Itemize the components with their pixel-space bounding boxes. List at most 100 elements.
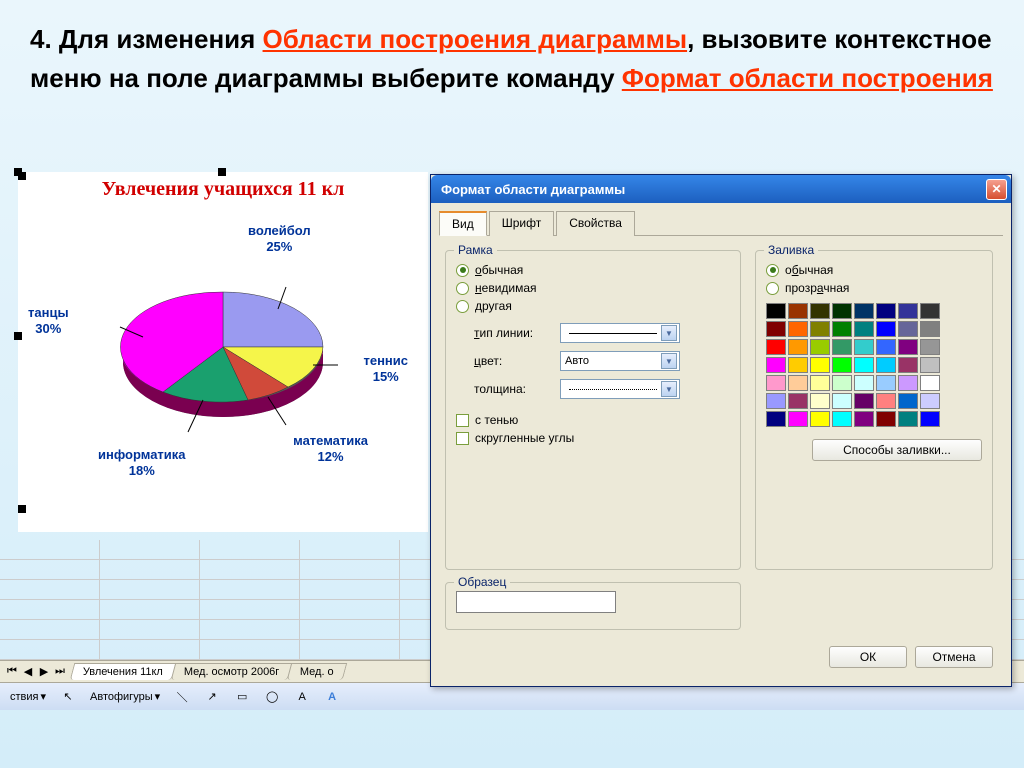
check-shadow[interactable]: с тенью xyxy=(456,413,730,427)
color-swatch[interactable] xyxy=(898,411,918,427)
tab-nav-next[interactable]: ▶ xyxy=(36,665,52,678)
color-swatch[interactable] xyxy=(766,303,786,319)
radio-fill-transparent[interactable]: прозрачная xyxy=(766,281,982,295)
color-swatch[interactable] xyxy=(832,375,852,391)
color-swatch[interactable] xyxy=(810,375,830,391)
arrow-line-icon: ↗ xyxy=(204,689,220,705)
color-swatch[interactable] xyxy=(810,411,830,427)
color-combo[interactable]: Авто ▼ xyxy=(560,351,680,371)
color-swatch[interactable] xyxy=(898,357,918,373)
color-swatch[interactable] xyxy=(876,321,896,337)
radio-frame-invisible[interactable]: невидимая xyxy=(456,281,730,295)
color-swatch[interactable] xyxy=(898,393,918,409)
color-swatch[interactable] xyxy=(876,375,896,391)
color-swatch[interactable] xyxy=(766,321,786,337)
color-swatch[interactable] xyxy=(920,321,940,337)
color-swatch[interactable] xyxy=(810,303,830,319)
oval-tool[interactable]: ◯ xyxy=(260,687,284,707)
color-swatch[interactable] xyxy=(766,393,786,409)
color-swatch[interactable] xyxy=(898,321,918,337)
color-swatch[interactable] xyxy=(876,303,896,319)
fill-effects-button[interactable]: Способы заливки... xyxy=(812,439,982,461)
color-swatch[interactable] xyxy=(766,357,786,373)
color-swatch[interactable] xyxy=(854,339,874,355)
radio-icon xyxy=(456,300,469,313)
textbox-icon: A xyxy=(294,689,310,705)
color-swatch[interactable] xyxy=(920,393,940,409)
color-swatch[interactable] xyxy=(876,411,896,427)
radio-frame-other[interactable]: другая xyxy=(456,299,730,313)
radio-icon xyxy=(766,264,779,277)
color-swatch[interactable] xyxy=(810,321,830,337)
line-tool[interactable]: ＼ xyxy=(170,687,194,707)
line-type-combo[interactable]: ▼ xyxy=(560,323,680,343)
color-swatch[interactable] xyxy=(920,303,940,319)
tab-nav-last[interactable]: ⏭ xyxy=(52,665,68,678)
color-swatch[interactable] xyxy=(832,411,852,427)
tab-view[interactable]: Вид xyxy=(439,211,487,236)
color-swatch[interactable] xyxy=(810,339,830,355)
color-swatch[interactable] xyxy=(854,357,874,373)
dialog-title: Формат области диаграммы xyxy=(441,182,625,197)
cancel-button[interactable]: Отмена xyxy=(915,646,993,668)
wordart-tool[interactable]: A xyxy=(320,687,344,707)
dialog-titlebar[interactable]: Формат области диаграммы ✕ xyxy=(431,175,1011,203)
label-dance: танцы30% xyxy=(28,305,69,336)
sheet-tab-2[interactable]: Мед. осмотр 2006г xyxy=(171,663,293,680)
color-swatch[interactable] xyxy=(832,393,852,409)
color-swatch[interactable] xyxy=(788,303,808,319)
color-swatch[interactable] xyxy=(898,303,918,319)
weight-label: толщина: xyxy=(474,382,560,396)
color-swatch[interactable] xyxy=(788,375,808,391)
color-swatch[interactable] xyxy=(810,393,830,409)
color-swatch[interactable] xyxy=(832,339,852,355)
radio-frame-normal[interactable]: обычная xyxy=(456,263,730,277)
color-swatch[interactable] xyxy=(920,375,940,391)
rect-tool[interactable]: ▭ xyxy=(230,687,254,707)
color-swatch[interactable] xyxy=(854,375,874,391)
color-swatch[interactable] xyxy=(788,321,808,337)
color-swatch[interactable] xyxy=(766,375,786,391)
tab-nav-prev[interactable]: ◀ xyxy=(20,665,36,678)
pie-chart xyxy=(108,257,338,447)
check-rounded[interactable]: скругленные углы xyxy=(456,431,730,445)
tab-font[interactable]: Шрифт xyxy=(489,211,554,236)
color-swatch[interactable] xyxy=(788,393,808,409)
color-swatch[interactable] xyxy=(810,357,830,373)
color-swatch[interactable] xyxy=(898,339,918,355)
color-swatch[interactable] xyxy=(766,411,786,427)
color-swatch[interactable] xyxy=(920,411,940,427)
arrow-tool[interactable]: ↗ xyxy=(200,687,224,707)
color-swatch[interactable] xyxy=(788,357,808,373)
color-swatch[interactable] xyxy=(920,339,940,355)
color-swatch[interactable] xyxy=(854,393,874,409)
color-swatch[interactable] xyxy=(854,303,874,319)
sheet-tab-3[interactable]: Мед. о xyxy=(287,663,347,680)
color-swatch[interactable] xyxy=(832,357,852,373)
chart-title: Увлечения учащихся 11 кл xyxy=(18,172,428,205)
color-swatch[interactable] xyxy=(854,321,874,337)
weight-combo[interactable]: ▼ xyxy=(560,379,680,399)
color-swatch[interactable] xyxy=(876,339,896,355)
color-swatch[interactable] xyxy=(898,375,918,391)
tab-props[interactable]: Свойства xyxy=(556,211,635,236)
color-swatch[interactable] xyxy=(920,357,940,373)
radio-fill-normal[interactable]: обычная xyxy=(766,263,982,277)
color-swatch[interactable] xyxy=(832,303,852,319)
color-swatch[interactable] xyxy=(876,393,896,409)
ok-button[interactable]: ОК xyxy=(829,646,907,668)
autoshapes-menu[interactable]: Автофигуры ▾ xyxy=(86,688,164,705)
color-swatch[interactable] xyxy=(788,411,808,427)
actions-menu[interactable]: ствия ▾ xyxy=(6,688,50,705)
chart-object[interactable]: Увлечения учащихся 11 кл волейбол25% тен… xyxy=(18,172,428,532)
close-button[interactable]: ✕ xyxy=(986,179,1007,200)
color-swatch[interactable] xyxy=(832,321,852,337)
color-swatch[interactable] xyxy=(788,339,808,355)
sheet-tab-1[interactable]: Увлечения 11кл xyxy=(70,663,177,680)
tab-nav-first[interactable]: ⏮ xyxy=(4,665,20,678)
color-swatch[interactable] xyxy=(766,339,786,355)
select-tool[interactable]: ↖ xyxy=(56,687,80,707)
color-swatch[interactable] xyxy=(854,411,874,427)
color-swatch[interactable] xyxy=(876,357,896,373)
textbox-tool[interactable]: A xyxy=(290,687,314,707)
